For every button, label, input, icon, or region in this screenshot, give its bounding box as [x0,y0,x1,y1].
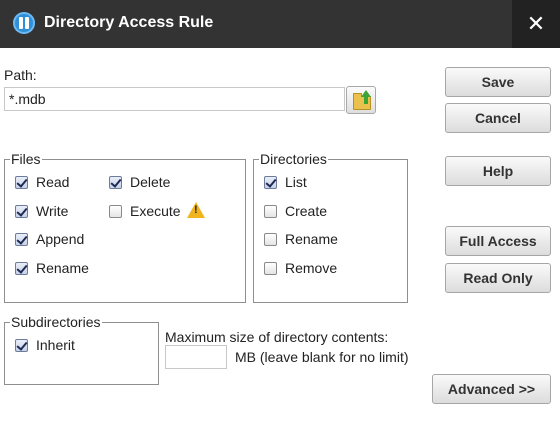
window-title: Directory Access Rule [44,14,214,31]
directories-group: Directories List Create Rename Remove [253,151,408,303]
browse-button[interactable] [346,86,376,114]
files-legend: Files [10,151,42,167]
dir-rename-label: Rename [285,231,338,247]
warning-icon: ! [187,202,205,218]
append-checkbox-box[interactable] [15,232,28,246]
help-button[interactable]: Help [445,156,551,186]
delete-checkbox-box[interactable] [109,175,122,189]
close-icon: ✕ [526,11,546,36]
read-label: Read [36,174,70,190]
remove-checkbox[interactable]: Remove [264,260,337,276]
folder-icon [353,93,371,110]
execute-label: Execute [130,203,181,219]
dir-rename-checkbox-box[interactable] [264,232,277,246]
read-only-button[interactable]: Read Only [445,263,551,293]
subdirectories-group: Subdirectories Inherit [4,314,159,385]
files-rename-checkbox-box[interactable] [15,261,28,275]
create-checkbox[interactable]: Create [264,203,327,219]
up-arrow-icon [361,90,371,104]
read-checkbox-box[interactable] [15,175,28,189]
list-label: List [285,174,307,190]
list-checkbox[interactable]: List [264,174,307,190]
inherit-checkbox[interactable]: Inherit [15,337,75,353]
max-size-input[interactable] [165,345,227,369]
dir-rename-checkbox[interactable]: Rename [264,231,338,247]
create-label: Create [285,203,328,219]
read-checkbox[interactable]: Read [15,174,69,190]
advanced-button[interactable]: Advanced >> [432,374,551,404]
files-rename-checkbox[interactable]: Rename [15,260,89,276]
close-button[interactable]: ✕ [512,0,560,48]
title-bar: Directory Access Rule ✕ [0,0,560,48]
path-label: Path: [4,67,37,83]
full-access-button[interactable]: Full Access [445,226,551,256]
directories-legend: Directories [259,151,328,167]
append-label: Append [36,231,85,247]
execute-checkbox-box[interactable] [109,204,122,218]
path-input[interactable] [4,87,345,111]
files-rename-label: Rename [36,260,89,276]
execute-checkbox[interactable]: Execute [109,203,181,219]
max-size-unit-label: MB (leave blank for no limit) [235,349,409,365]
save-button[interactable]: Save [445,67,551,97]
app-logo-icon [13,12,35,34]
subdirectories-legend: Subdirectories [10,314,102,330]
create-checkbox-box[interactable] [264,204,277,218]
remove-checkbox-box[interactable] [264,261,277,275]
delete-checkbox[interactable]: Delete [109,174,170,190]
write-checkbox[interactable]: Write [15,203,68,219]
delete-label: Delete [130,174,171,190]
append-checkbox[interactable]: Append [15,231,84,247]
inherit-label: Inherit [36,337,75,353]
write-label: Write [36,203,69,219]
max-size-label: Maximum size of directory contents: [165,329,389,345]
cancel-button[interactable]: Cancel [445,103,551,133]
list-checkbox-box[interactable] [264,175,277,189]
files-group: Files Read Write Append Rename Delete Ex… [4,151,246,303]
inherit-checkbox-box[interactable] [15,338,28,352]
remove-label: Remove [285,260,338,276]
write-checkbox-box[interactable] [15,204,28,218]
